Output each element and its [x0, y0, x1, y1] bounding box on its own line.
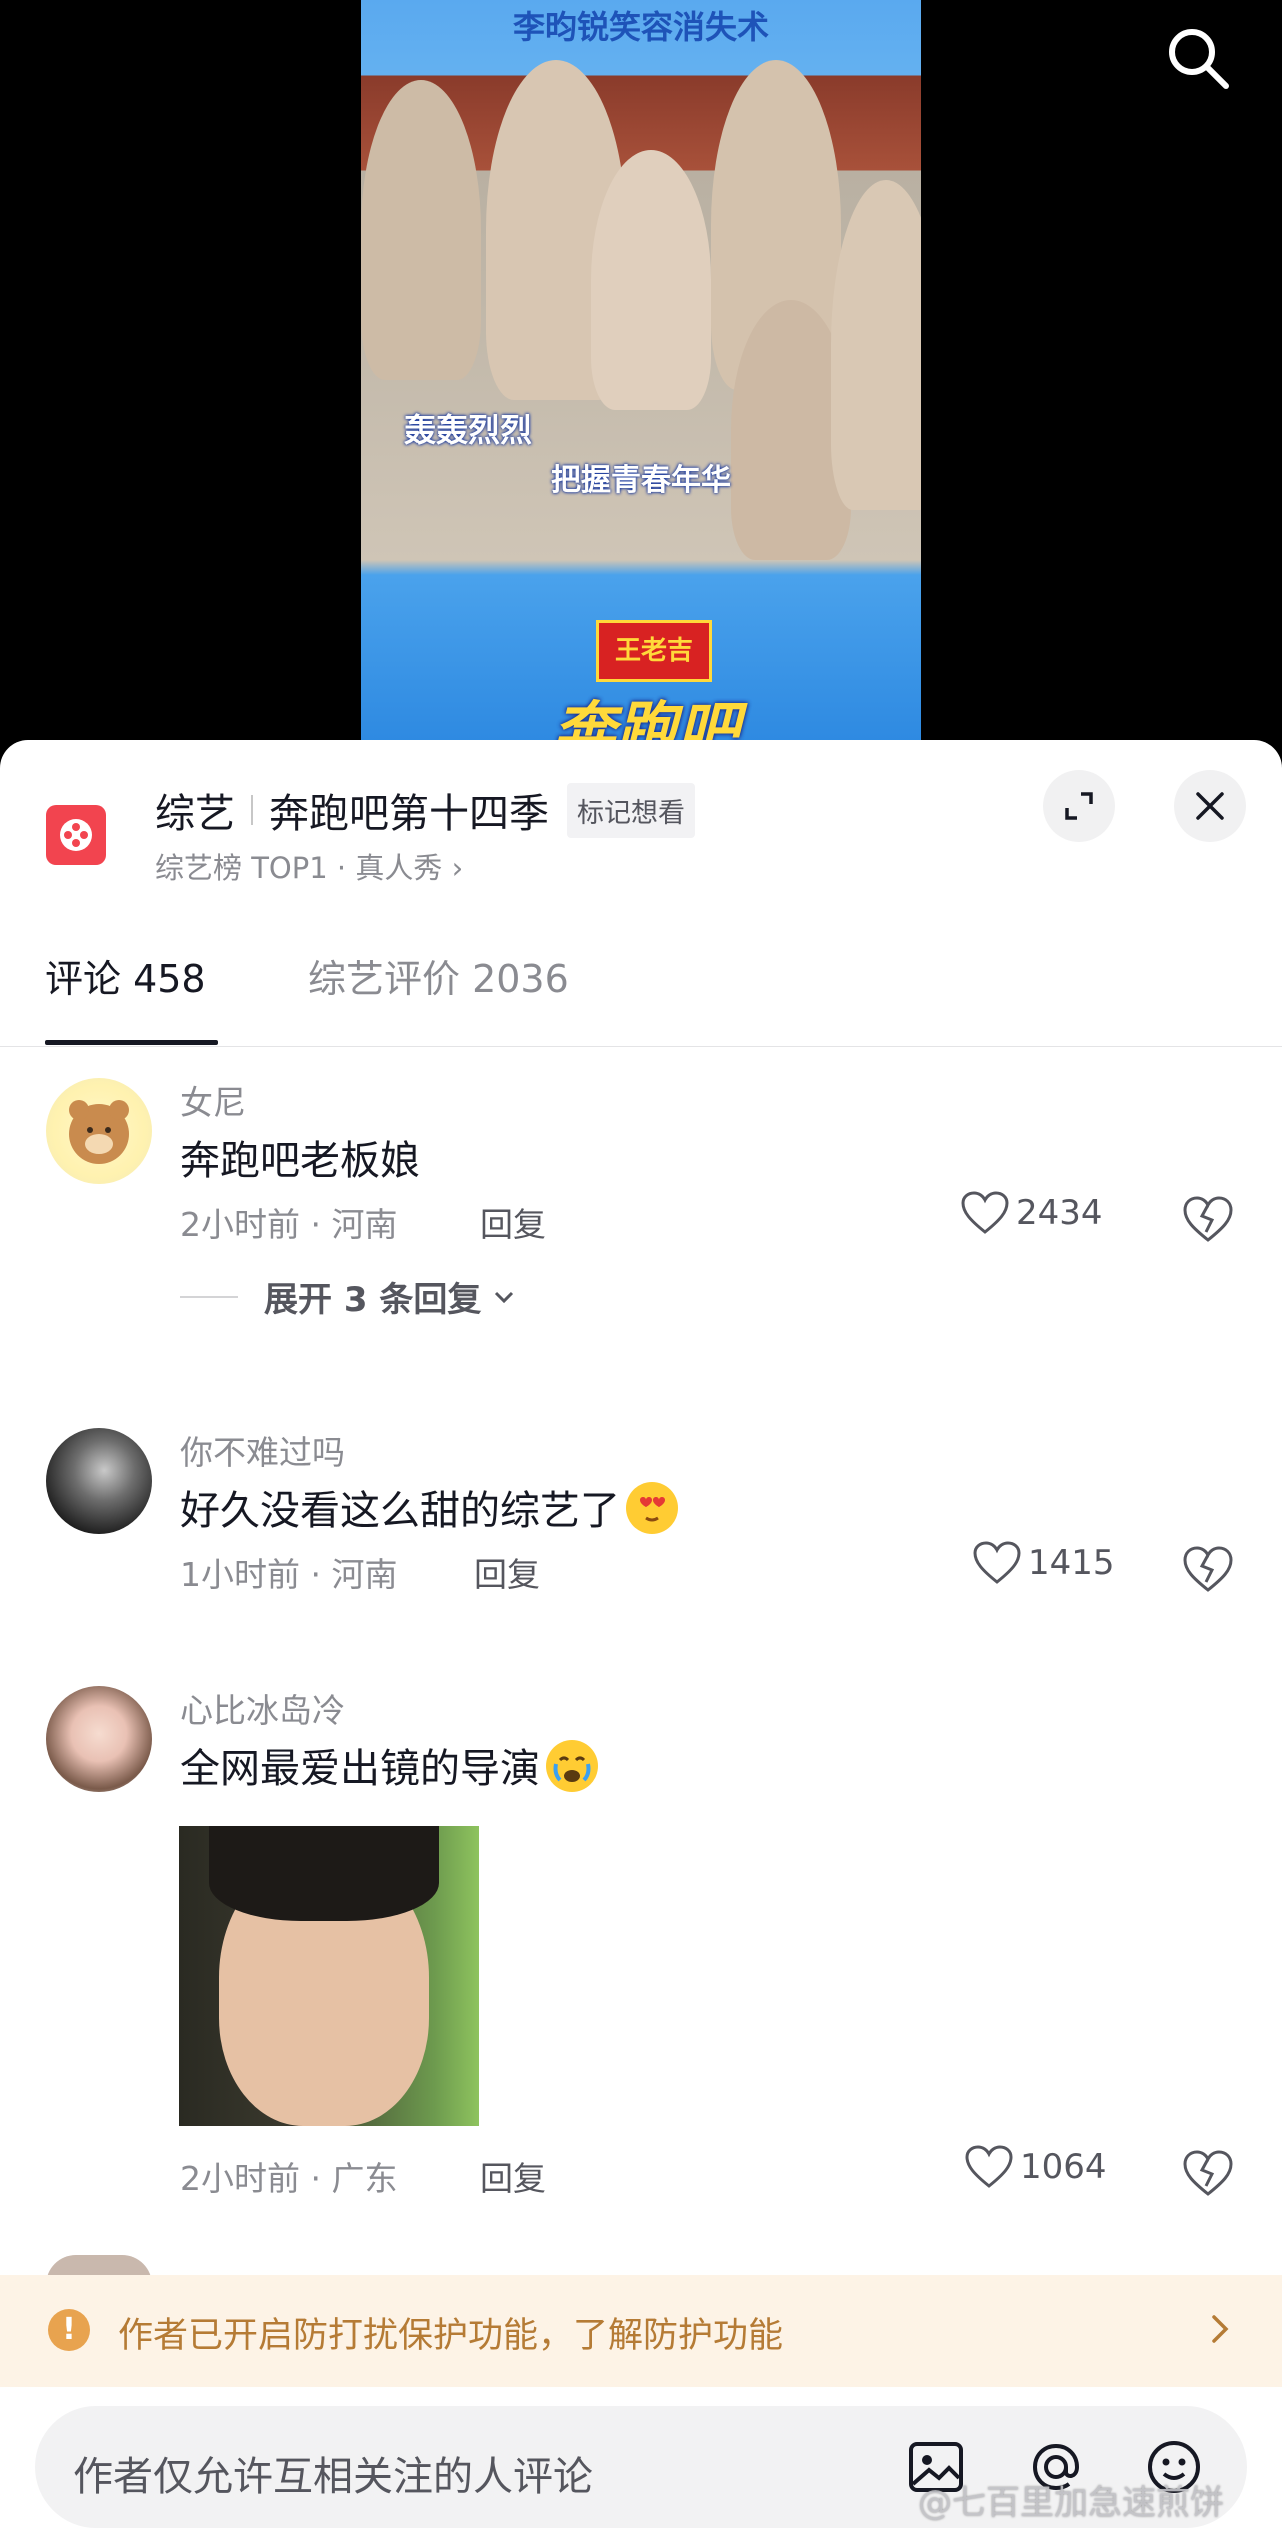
heart-icon	[961, 1191, 1009, 1234]
protection-notice[interactable]: ! 作者已开启防打扰保护功能，了解防护功能	[0, 2275, 1282, 2387]
comment-tabs: 评论 458 综艺评价 2036	[0, 900, 1282, 1047]
mark-want-to-watch-button[interactable]: 标记想看	[567, 782, 695, 838]
like-button[interactable]: 1064	[964, 2144, 1107, 2190]
comment-meta: 2小时前 · 河南	[180, 1205, 398, 1244]
avatar[interactable]	[46, 1428, 152, 1534]
hair-image	[209, 1826, 439, 1921]
expand-replies-button[interactable]: 展开 3 条回复	[180, 1272, 519, 1321]
comment-image[interactable]	[179, 1826, 479, 2126]
divider-line	[180, 1295, 238, 1298]
close-icon	[1196, 792, 1224, 820]
show-title-row[interactable]: 综艺 奔跑吧第十四季 标记想看	[155, 780, 695, 840]
tab-reviews[interactable]: 综艺评价 2036	[308, 948, 569, 1003]
video-caption-name: 轰轰烈烈	[404, 411, 533, 449]
variety-show-icon	[46, 805, 106, 865]
bear-avatar-icon	[69, 1100, 129, 1164]
comment-text: 好久没看这么甜的综艺了	[180, 1478, 678, 1536]
heart-eyes-emoji-icon	[626, 1482, 678, 1534]
comment-username[interactable]: 心比冰岛冷	[180, 1684, 345, 1732]
reply-button[interactable]: 回复	[480, 2152, 546, 2200]
warning-icon: !	[48, 2309, 90, 2351]
show-category: 综艺	[155, 791, 235, 837]
like-count: 2434	[1016, 1193, 1103, 1233]
dislike-icon[interactable]	[1180, 1540, 1236, 1596]
avatar[interactable]	[46, 1686, 152, 1792]
avatar[interactable]	[46, 1078, 152, 1184]
title-divider	[251, 795, 253, 825]
like-count: 1415	[1028, 1543, 1115, 1583]
crying-emoji-icon	[546, 1740, 598, 1792]
active-tab-indicator	[45, 1040, 218, 1045]
reply-button[interactable]: 回复	[474, 1548, 540, 1596]
video-caption-sub: 把握青春年华	[551, 463, 731, 498]
chevron-right-icon	[1212, 2315, 1229, 2343]
expand-replies-label: 展开 3 条回复	[264, 1280, 482, 1320]
person-figure	[361, 80, 481, 380]
video-caption-top: 李昀锐笑容消失术	[512, 8, 769, 46]
watermark: @七百里加急速煎饼	[918, 2483, 1224, 2523]
like-button[interactable]: 2434	[960, 1190, 1103, 1236]
comment-sheet: 综艺 奔跑吧第十四季 标记想看 综艺榜 TOP1 · 真人秀 › 评论 458 …	[0, 740, 1282, 2528]
show-ranking-link[interactable]: 综艺榜 TOP1 · 真人秀 ›	[155, 845, 463, 887]
dislike-icon[interactable]	[1180, 1190, 1236, 1246]
comment-meta: 1小时前 · 河南	[180, 1555, 398, 1594]
show-title: 奔跑吧第十四季	[269, 791, 549, 837]
comment-text-content: 好久没看这么甜的综艺了	[180, 1488, 620, 1534]
expand-button[interactable]	[1043, 770, 1115, 842]
comment-text-content: 全网最爱出镜的导演	[180, 1746, 540, 1792]
comment-username[interactable]: 女尼	[180, 1076, 246, 1124]
tab-comments[interactable]: 评论 458	[45, 948, 206, 1003]
show-logo: 王老吉 奔跑吧	[481, 620, 811, 760]
search-icon[interactable]	[1162, 22, 1234, 94]
comment-text: 全网最爱出镜的导演	[180, 1736, 598, 1794]
comment-meta: 2小时前 · 广东	[180, 2159, 398, 2198]
sponsor-logo: 王老吉	[596, 620, 712, 682]
comment-input-placeholder: 作者仅允许互相关注的人评论	[73, 2454, 593, 2500]
person-figure	[591, 150, 711, 410]
expand-icon	[1065, 792, 1093, 820]
notice-text: 作者已开启防打扰保护功能，了解防护功能	[118, 2316, 784, 2356]
video-frame: 李昀锐笑容消失术 轰轰烈烈 把握青春年华 王老吉 奔跑吧	[361, 0, 921, 760]
video-player[interactable]: 李昀锐笑容消失术 轰轰烈烈 把握青春年华 王老吉 奔跑吧	[0, 0, 1282, 760]
close-button[interactable]	[1174, 770, 1246, 842]
comment-text: 奔跑吧老板娘	[180, 1138, 420, 1184]
comment-username[interactable]: 你不难过吗	[180, 1426, 345, 1474]
heart-icon	[973, 1541, 1021, 1584]
heart-icon	[965, 2145, 1013, 2188]
dislike-icon[interactable]	[1180, 2144, 1236, 2200]
reply-button[interactable]: 回复	[480, 1198, 546, 1246]
chevron-down-icon	[495, 1291, 514, 1303]
like-button[interactable]: 1415	[972, 1540, 1115, 1586]
like-count: 1064	[1020, 2147, 1107, 2187]
